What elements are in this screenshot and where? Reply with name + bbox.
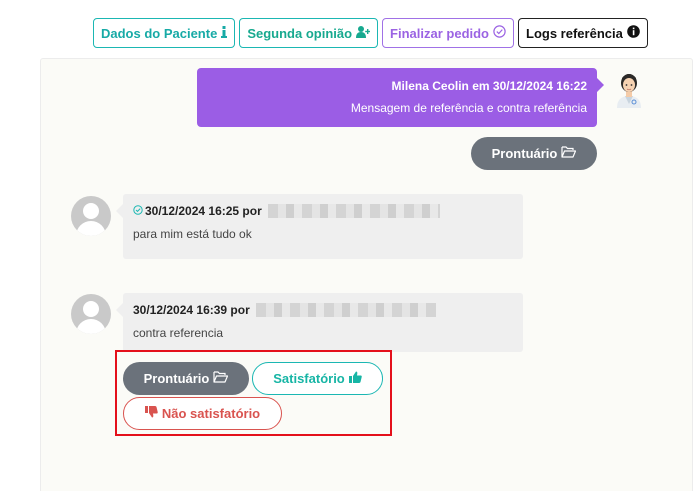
bubble-tail bbox=[116, 204, 123, 218]
redacted-name bbox=[267, 204, 440, 218]
not-satisfied-button[interactable]: Não satisfatório bbox=[123, 397, 282, 430]
check-circle-icon bbox=[493, 25, 506, 41]
user-avatar bbox=[71, 294, 111, 334]
folder-open-icon bbox=[561, 146, 577, 161]
satisfied-label: Satisfatório bbox=[273, 371, 345, 386]
reference-logs-button[interactable]: Logs referência bbox=[518, 18, 648, 48]
not-satisfied-label: Não satisfatório bbox=[161, 406, 261, 421]
sent-message-author: Milena Ceolin em 30/12/2024 16:22 bbox=[391, 79, 587, 93]
bubble-tail bbox=[116, 303, 123, 317]
reference-logs-label: Logs referência bbox=[526, 25, 623, 41]
bubble-tail bbox=[597, 78, 604, 92]
finish-order-label: Finalizar pedido bbox=[390, 25, 490, 41]
satisfied-button[interactable]: Satisfatório bbox=[252, 362, 383, 395]
message-item: 30/12/2024 16:39 por contra referencia bbox=[116, 293, 523, 352]
thumbs-down-icon bbox=[144, 406, 158, 421]
sent-message-text: Mensagem de referência e contra referênc… bbox=[350, 101, 587, 115]
message-meta: 30/12/2024 16:25 por bbox=[145, 204, 262, 218]
doctor-avatar bbox=[611, 68, 647, 108]
patient-data-label: Dados do Paciente bbox=[101, 25, 218, 41]
message-text: contra referencia bbox=[133, 326, 224, 340]
message-meta: 30/12/2024 16:39 por bbox=[133, 303, 250, 317]
info-circle-icon bbox=[627, 25, 640, 41]
thumbs-up-icon bbox=[348, 371, 362, 386]
user-plus-icon bbox=[356, 25, 371, 41]
check-circle-icon bbox=[133, 204, 143, 218]
user-avatar bbox=[71, 196, 111, 236]
info-icon bbox=[221, 25, 228, 41]
finish-order-button[interactable]: Finalizar pedido bbox=[382, 18, 515, 48]
second-opinion-label: Segunda opinião bbox=[247, 25, 353, 41]
patient-data-button[interactable]: Dados do Paciente bbox=[93, 18, 236, 48]
folder-open-icon bbox=[213, 371, 229, 386]
message-item: 30/12/2024 16:25 por para mim está tudo … bbox=[116, 194, 523, 259]
message-text: para mim está tudo ok bbox=[133, 227, 252, 241]
prontuario-label: Prontuário bbox=[491, 146, 558, 161]
second-opinion-button[interactable]: Segunda opinião bbox=[239, 18, 379, 48]
prontuario-action-label: Prontuário bbox=[143, 371, 210, 386]
sent-message: Milena Ceolin em 30/12/2024 16:22 Mensag… bbox=[197, 68, 604, 127]
prontuario-button[interactable]: Prontuário bbox=[471, 137, 597, 170]
toolbar: Dados do Paciente Segunda opinião Finali… bbox=[93, 18, 648, 48]
redacted-name bbox=[255, 303, 436, 317]
prontuario-action-button[interactable]: Prontuário bbox=[123, 362, 249, 395]
